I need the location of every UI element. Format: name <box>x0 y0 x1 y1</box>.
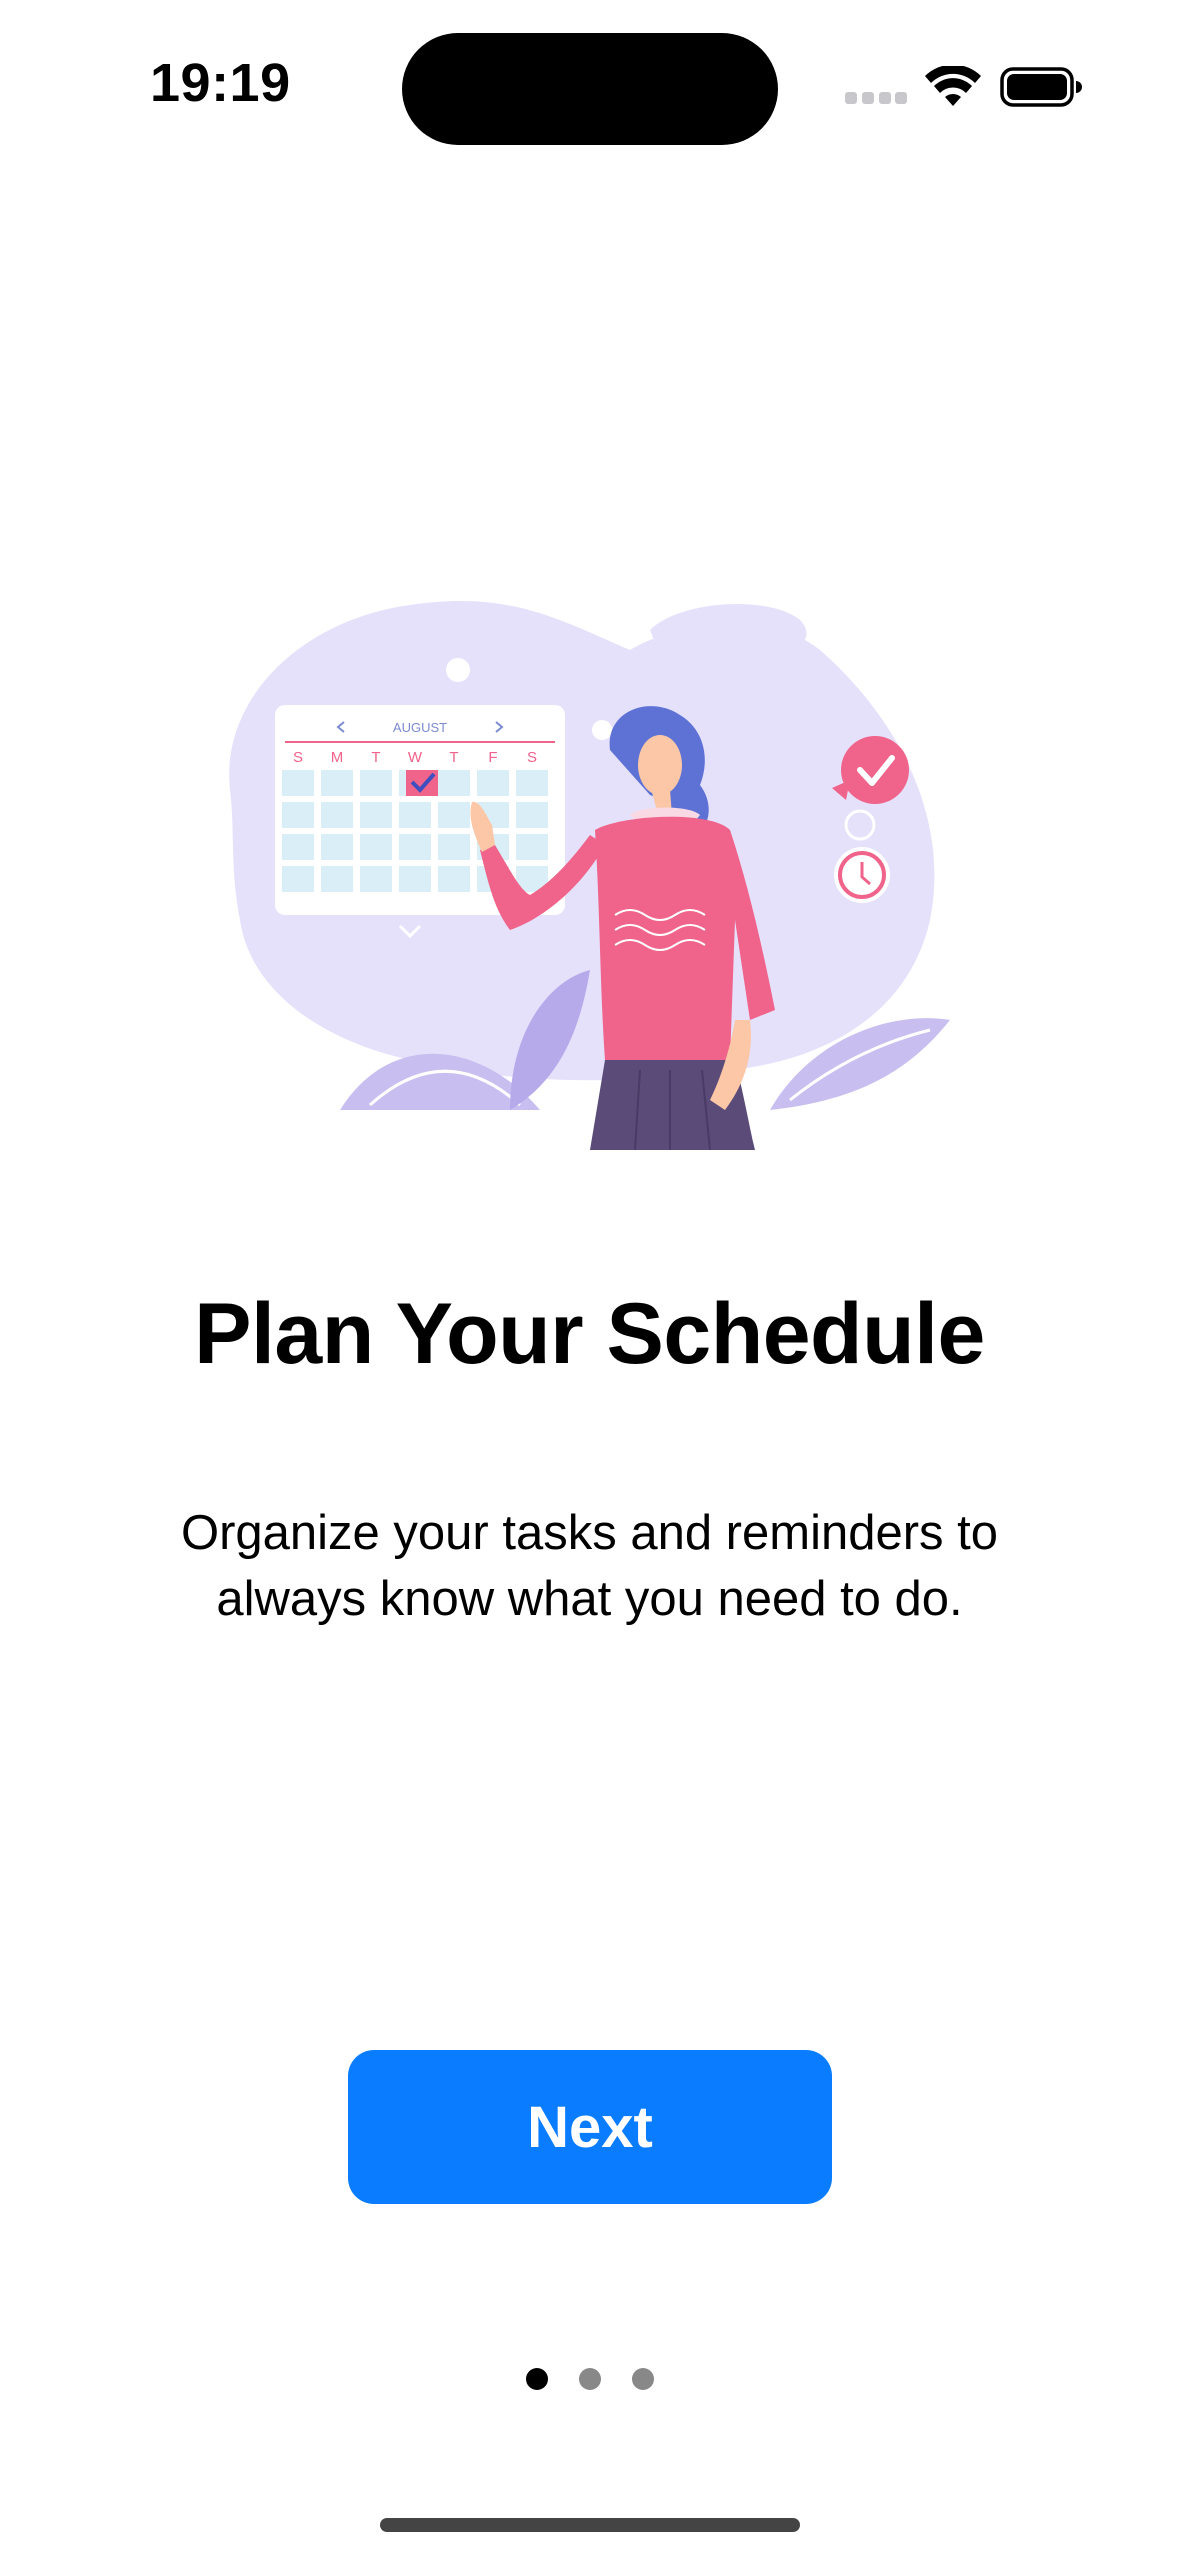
dynamic-island <box>402 33 778 145</box>
calendar-day-cell <box>516 834 548 860</box>
calendar-month-label: AUGUST <box>393 720 447 735</box>
calendar-day-cell <box>321 834 353 860</box>
home-indicator[interactable] <box>380 2518 800 2532</box>
battery-icon <box>1000 67 1082 107</box>
done-badge <box>841 736 909 804</box>
calendar-day-cell <box>282 866 314 892</box>
page-indicator[interactable] <box>0 2368 1179 2392</box>
calendar-day-cell <box>516 802 548 828</box>
calendar-weekday: S <box>293 749 303 766</box>
wifi-icon <box>925 66 981 106</box>
calendar-day-cell <box>399 866 431 892</box>
schedule-illustration: AUGUST S M T W T F S <box>229 601 950 1150</box>
calendar-day-cell <box>282 802 314 828</box>
calendar-day-cell <box>321 802 353 828</box>
calendar-day-cell <box>399 802 431 828</box>
calendar-day-cell <box>321 770 353 796</box>
next-button[interactable]: Next <box>348 2050 832 2204</box>
page-dot[interactable] <box>631 2368 654 2390</box>
calendar-day-cell <box>438 770 470 796</box>
calendar-day-cell <box>438 866 470 892</box>
calendar-day-cell <box>477 770 509 796</box>
calendar-weekday: S <box>527 749 537 766</box>
page-subtitle: Organize your tasks and reminders to alw… <box>180 1506 999 1626</box>
calendar-day-cell <box>399 834 431 860</box>
calendar-day-cell <box>516 770 548 796</box>
status-time: 19:19 <box>150 53 291 113</box>
page-title: Plan Your Schedule <box>194 1286 985 1382</box>
calendar-day-cell <box>360 834 392 860</box>
cellular-signal-icon <box>845 92 907 106</box>
calendar-day-cell <box>360 770 392 796</box>
calendar-weekday: T <box>371 749 380 766</box>
calendar-weekday: F <box>488 749 497 766</box>
calendar-day-cell <box>282 770 314 796</box>
calendar-day-cell <box>360 802 392 828</box>
calendar-day-cell <box>438 834 470 860</box>
calendar-day-cell <box>321 866 353 892</box>
calendar-day-cell <box>360 866 392 892</box>
page-dot[interactable] <box>578 2368 601 2390</box>
calendar-weekday: M <box>331 749 344 766</box>
calendar-day-cell <box>438 802 470 828</box>
calendar-day-cell <box>282 834 314 860</box>
calendar-weekday: W <box>408 749 423 766</box>
calendar-weekday: T <box>449 749 458 766</box>
page-dot[interactable] <box>525 2368 548 2390</box>
